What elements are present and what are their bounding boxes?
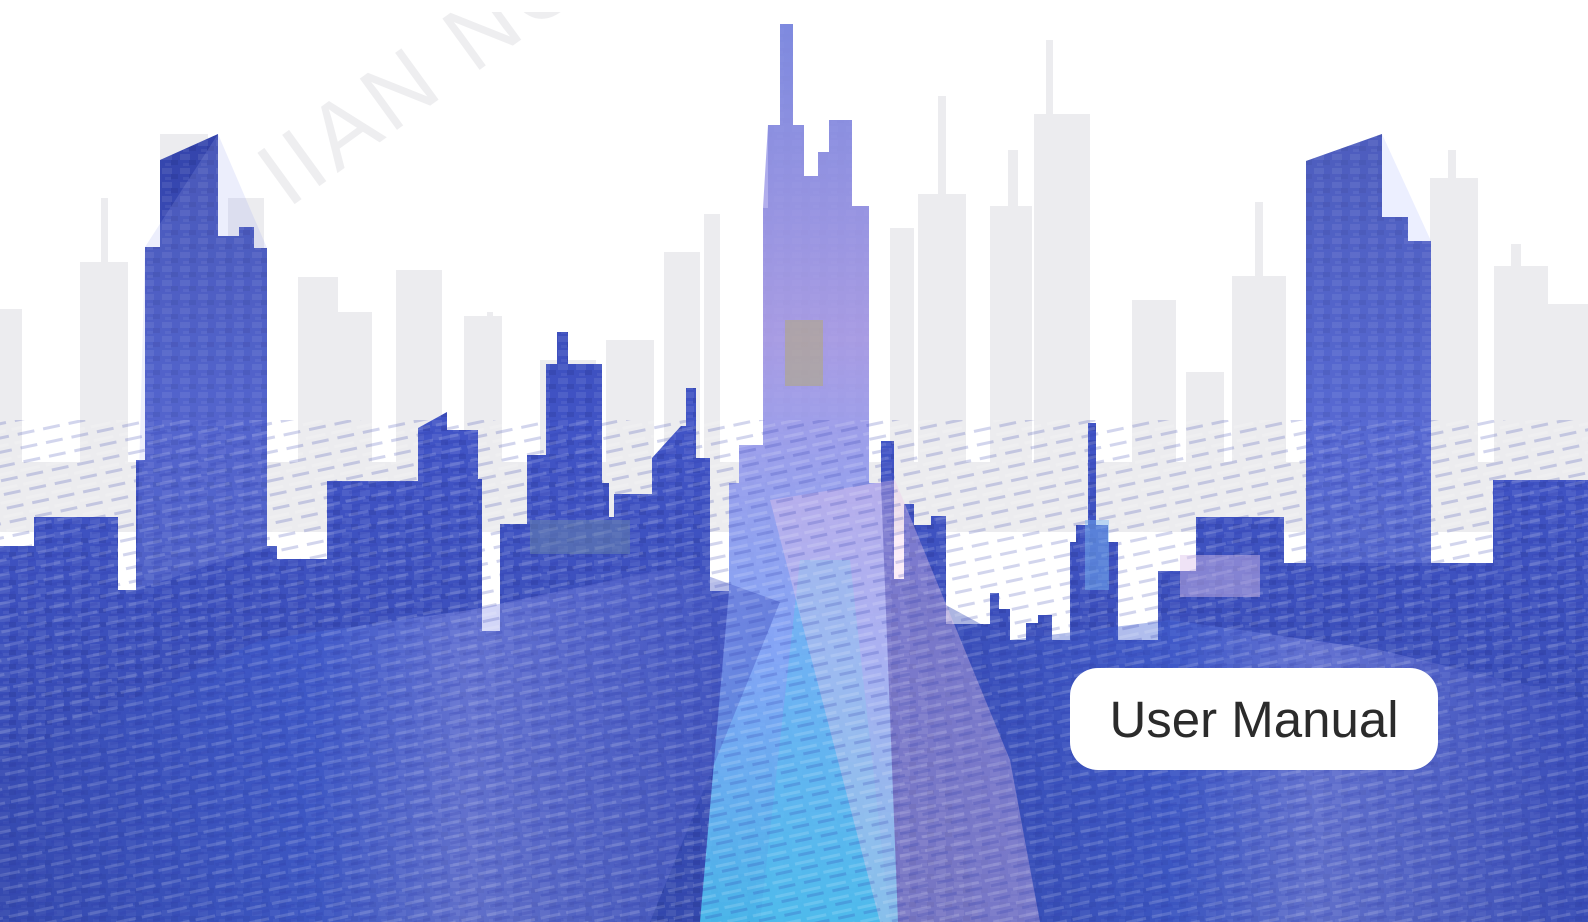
foreground-skyline (0, 24, 1588, 922)
manual-title: User Manual (1109, 690, 1399, 748)
city-skyline-artwork (0, 24, 1588, 922)
manual-cover-page: IIAN NO User Manual (0, 0, 1588, 922)
user-manual-label: User Manual (1070, 668, 1438, 770)
